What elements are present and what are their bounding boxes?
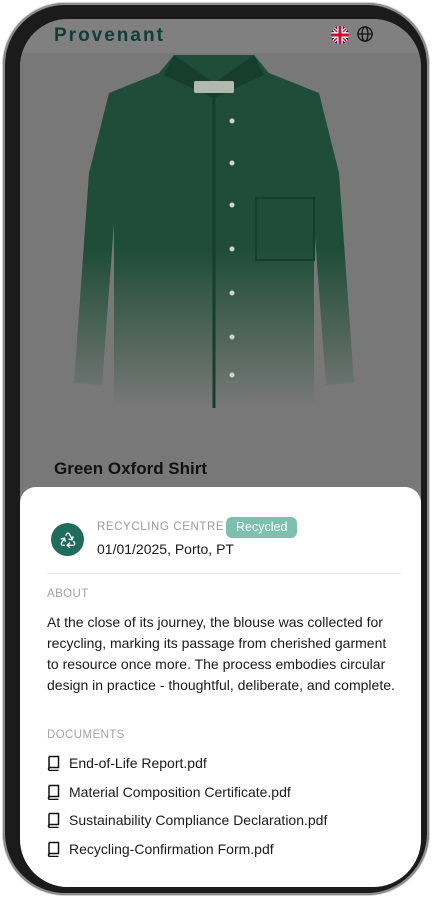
documents-label: DOCUMENTS bbox=[47, 729, 125, 741]
recycle-icon bbox=[51, 523, 84, 556]
uk-flag-icon[interactable] bbox=[331, 26, 349, 44]
document-item[interactable]: Recycling-Confirmation Form.pdf bbox=[47, 838, 274, 860]
book-icon bbox=[47, 841, 60, 857]
divider bbox=[47, 573, 401, 574]
event-date-location: 01/01/2025, Porto, PT bbox=[97, 541, 234, 557]
brand-logo[interactable]: Provenant bbox=[54, 25, 165, 47]
phone-frame: Provenant Green Oxford Shirt RECYCLING C… bbox=[3, 3, 429, 895]
document-item[interactable]: Sustainability Compliance Declaration.pd… bbox=[47, 809, 327, 831]
about-text: At the close of its journey, the blouse … bbox=[47, 614, 395, 693]
book-icon bbox=[47, 784, 60, 800]
document-name: Recycling-Confirmation Form.pdf bbox=[69, 841, 274, 857]
book-icon bbox=[47, 755, 60, 771]
event-detail-sheet: RECYCLING CENTRE Recycled 01/01/2025, Po… bbox=[20, 487, 421, 887]
app-header: Provenant bbox=[20, 19, 421, 53]
book-icon bbox=[47, 812, 60, 828]
globe-icon[interactable] bbox=[356, 25, 374, 43]
product-title: Green Oxford Shirt bbox=[54, 459, 208, 478]
document-name: End-of-Life Report.pdf bbox=[69, 755, 207, 771]
document-name: Material Composition Certificate.pdf bbox=[69, 784, 291, 800]
event-type: RECYCLING CENTRE bbox=[97, 521, 225, 533]
document-name: Sustainability Compliance Declaration.pd… bbox=[69, 812, 328, 828]
screen: Provenant Green Oxford Shirt RECYCLING C… bbox=[20, 19, 421, 887]
status-badge: Recycled bbox=[226, 517, 298, 538]
product-image: Green Oxford Shirt bbox=[20, 53, 421, 487]
shirt-image bbox=[74, 55, 354, 408]
document-item[interactable]: End-of-Life Report.pdf bbox=[47, 752, 207, 774]
about-label: ABOUT bbox=[47, 588, 89, 600]
document-item[interactable]: Material Composition Certificate.pdf bbox=[47, 781, 291, 803]
